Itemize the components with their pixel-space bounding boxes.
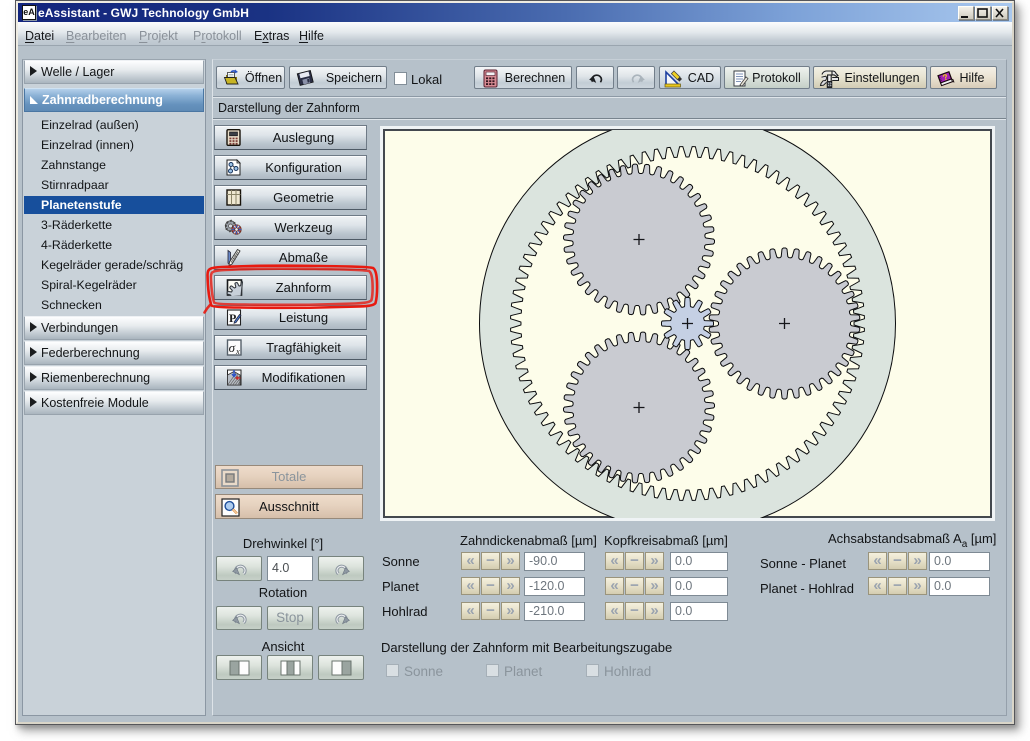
svg-text:σ: σ [229, 340, 236, 355]
svg-text:x: x [235, 346, 240, 356]
